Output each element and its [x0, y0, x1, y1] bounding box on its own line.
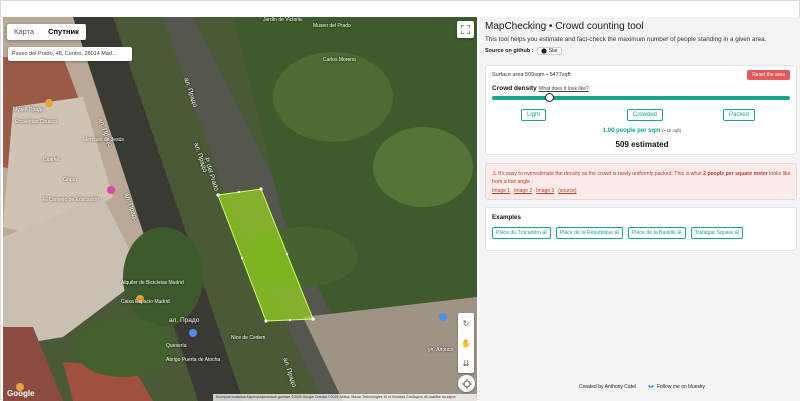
tilt-icon[interactable]: ⇊ — [463, 359, 470, 368]
example-bastille-button[interactable]: Place de la Bastille ⊞ — [627, 227, 686, 239]
examples-title: Examples — [492, 214, 521, 221]
examples-list: Place du Trocadéro ⊞ Place de la Républi… — [492, 227, 744, 239]
map-type-satellite-button[interactable]: Спутник — [41, 24, 86, 40]
example-trafalgar-button[interactable]: Trafalgar Square ⊞ — [690, 227, 744, 239]
poi-label[interactable]: Carlos Moreno — [323, 57, 356, 63]
poi-label[interactable]: Nice de Cedem — [231, 335, 265, 341]
poi-label[interactable]: Mercado de Jesús — [83, 137, 124, 143]
poi-label[interactable]: El Consejo de Educación — [43, 197, 99, 203]
poi-label[interactable]: Jardín de Victoria — [263, 17, 302, 23]
map-type-map-button[interactable]: Карта — [7, 24, 41, 40]
poi-label[interactable]: Grupo — [63, 177, 77, 183]
map-type-switcher[interactable]: Карта Спутник — [7, 24, 86, 40]
reset-area-button[interactable]: Reset the area — [747, 70, 790, 80]
street-label: ал. Прадо — [169, 317, 200, 324]
page-title: MapChecking • Crowd counting tool — [485, 21, 644, 32]
surface-area-text: Surface area 509sqm • 5477sqft — [492, 72, 571, 78]
crowd-density-label: Crowd density What does it look like? — [492, 85, 589, 92]
star-label: Star — [548, 48, 558, 54]
github-star-button[interactable]: Star — [536, 47, 562, 55]
butterfly-icon — [648, 385, 654, 388]
map-view-controls[interactable]: ↻ ✋ ⇊ — [458, 313, 474, 373]
rotate-cw-icon[interactable]: ↻ — [463, 319, 470, 328]
github-icon — [540, 48, 547, 54]
poi-label[interactable]: Quesería — [166, 343, 187, 349]
side-panel: MapChecking • Crowd counting tool This t… — [479, 17, 800, 401]
page-subtitle: This tool helps you estimate and fact-ch… — [485, 36, 767, 43]
density-rate: 1.00 people per sqm (~10 sqft) — [602, 128, 682, 134]
warning-image-2-link[interactable]: Image 2 — [514, 188, 532, 194]
footer-follow[interactable]: Follow me on bluesky — [648, 384, 705, 390]
my-location-button[interactable] — [458, 375, 475, 392]
preset-crowded-button[interactable]: Crowded — [627, 109, 664, 121]
source-row: Source on github : Star — [485, 47, 797, 55]
address-box[interactable]: Paseo del Prado, 48, Centro, 28014 Mad… — [8, 47, 132, 61]
density-warning-card: ⚠ It's easy to overestimate the density … — [485, 163, 797, 200]
poi-label[interactable]: Музей Прадо — [13, 107, 44, 113]
warning-icon: ⚠ — [492, 171, 497, 177]
poi-label[interactable]: Cuartel — [43, 157, 59, 163]
pegman-icon[interactable]: ✋ — [461, 339, 471, 348]
estimate-total: 509 estimated — [615, 140, 669, 149]
preset-light-button[interactable]: Light — [521, 109, 547, 121]
panel-header: MapChecking • Crowd counting tool This t… — [485, 21, 797, 55]
poi-label[interactable]: Alquiler de Bicicletas Madrid — [121, 280, 184, 286]
preset-packed-button[interactable]: Packed — [723, 109, 756, 121]
crosshair-icon — [461, 378, 472, 389]
examples-card: Examples Place du Trocadéro ⊞ Place de l… — [485, 207, 797, 251]
warning-text: ⚠ It's easy to overestimate the density … — [492, 171, 791, 185]
density-slider[interactable] — [492, 93, 790, 102]
fullscreen-button[interactable] — [457, 21, 474, 38]
poi-label[interactable]: Ecoveritas Chueca — [15, 119, 57, 125]
panel-footer: Created by Anthony Catel Follow me on bl… — [579, 384, 705, 390]
warning-image-3-link[interactable]: Image 3 — [536, 188, 554, 194]
source-label: Source on github : — [485, 48, 534, 54]
map-imagery — [3, 17, 477, 401]
poi-label[interactable]: Abrigo Puerta de Atocha — [166, 357, 220, 363]
density-slider-thumb[interactable] — [544, 93, 554, 102]
poi-label[interactable]: Museo del Prado — [313, 23, 351, 29]
poi-label[interactable]: Caixa Espacio Madrid — [121, 299, 170, 305]
example-trocadero-button[interactable]: Place du Trocadéro ⊞ — [492, 227, 551, 239]
footer-created[interactable]: Created by Anthony Catel — [579, 384, 636, 390]
fullscreen-icon — [461, 25, 470, 34]
app-window: ал. Прадо ал. Прадо ал. Прадо Р. del Prado а… — [0, 0, 800, 401]
example-republique-button[interactable]: Place de la République ⊞ — [555, 227, 623, 239]
poi-label[interactable]: ул. Алонсо — [428, 347, 453, 353]
density-rate-sqft: (~10 sqft) — [662, 128, 682, 133]
warning-image-1-link[interactable]: Image 1 — [492, 188, 510, 194]
warning-source-link[interactable]: (source) — [558, 188, 576, 194]
satellite-map[interactable]: ал. Прадо ал. Прадо ал. Прадо Р. del Prado а… — [3, 17, 477, 401]
warning-links: Image 1 Image 2 Image 3 (source) — [492, 188, 577, 194]
estimate-card: Surface area 509sqm • 5477sqft Reset the… — [485, 65, 797, 155]
density-help-link[interactable]: What does it look like? — [539, 86, 589, 92]
google-logo: Google — [7, 389, 35, 398]
